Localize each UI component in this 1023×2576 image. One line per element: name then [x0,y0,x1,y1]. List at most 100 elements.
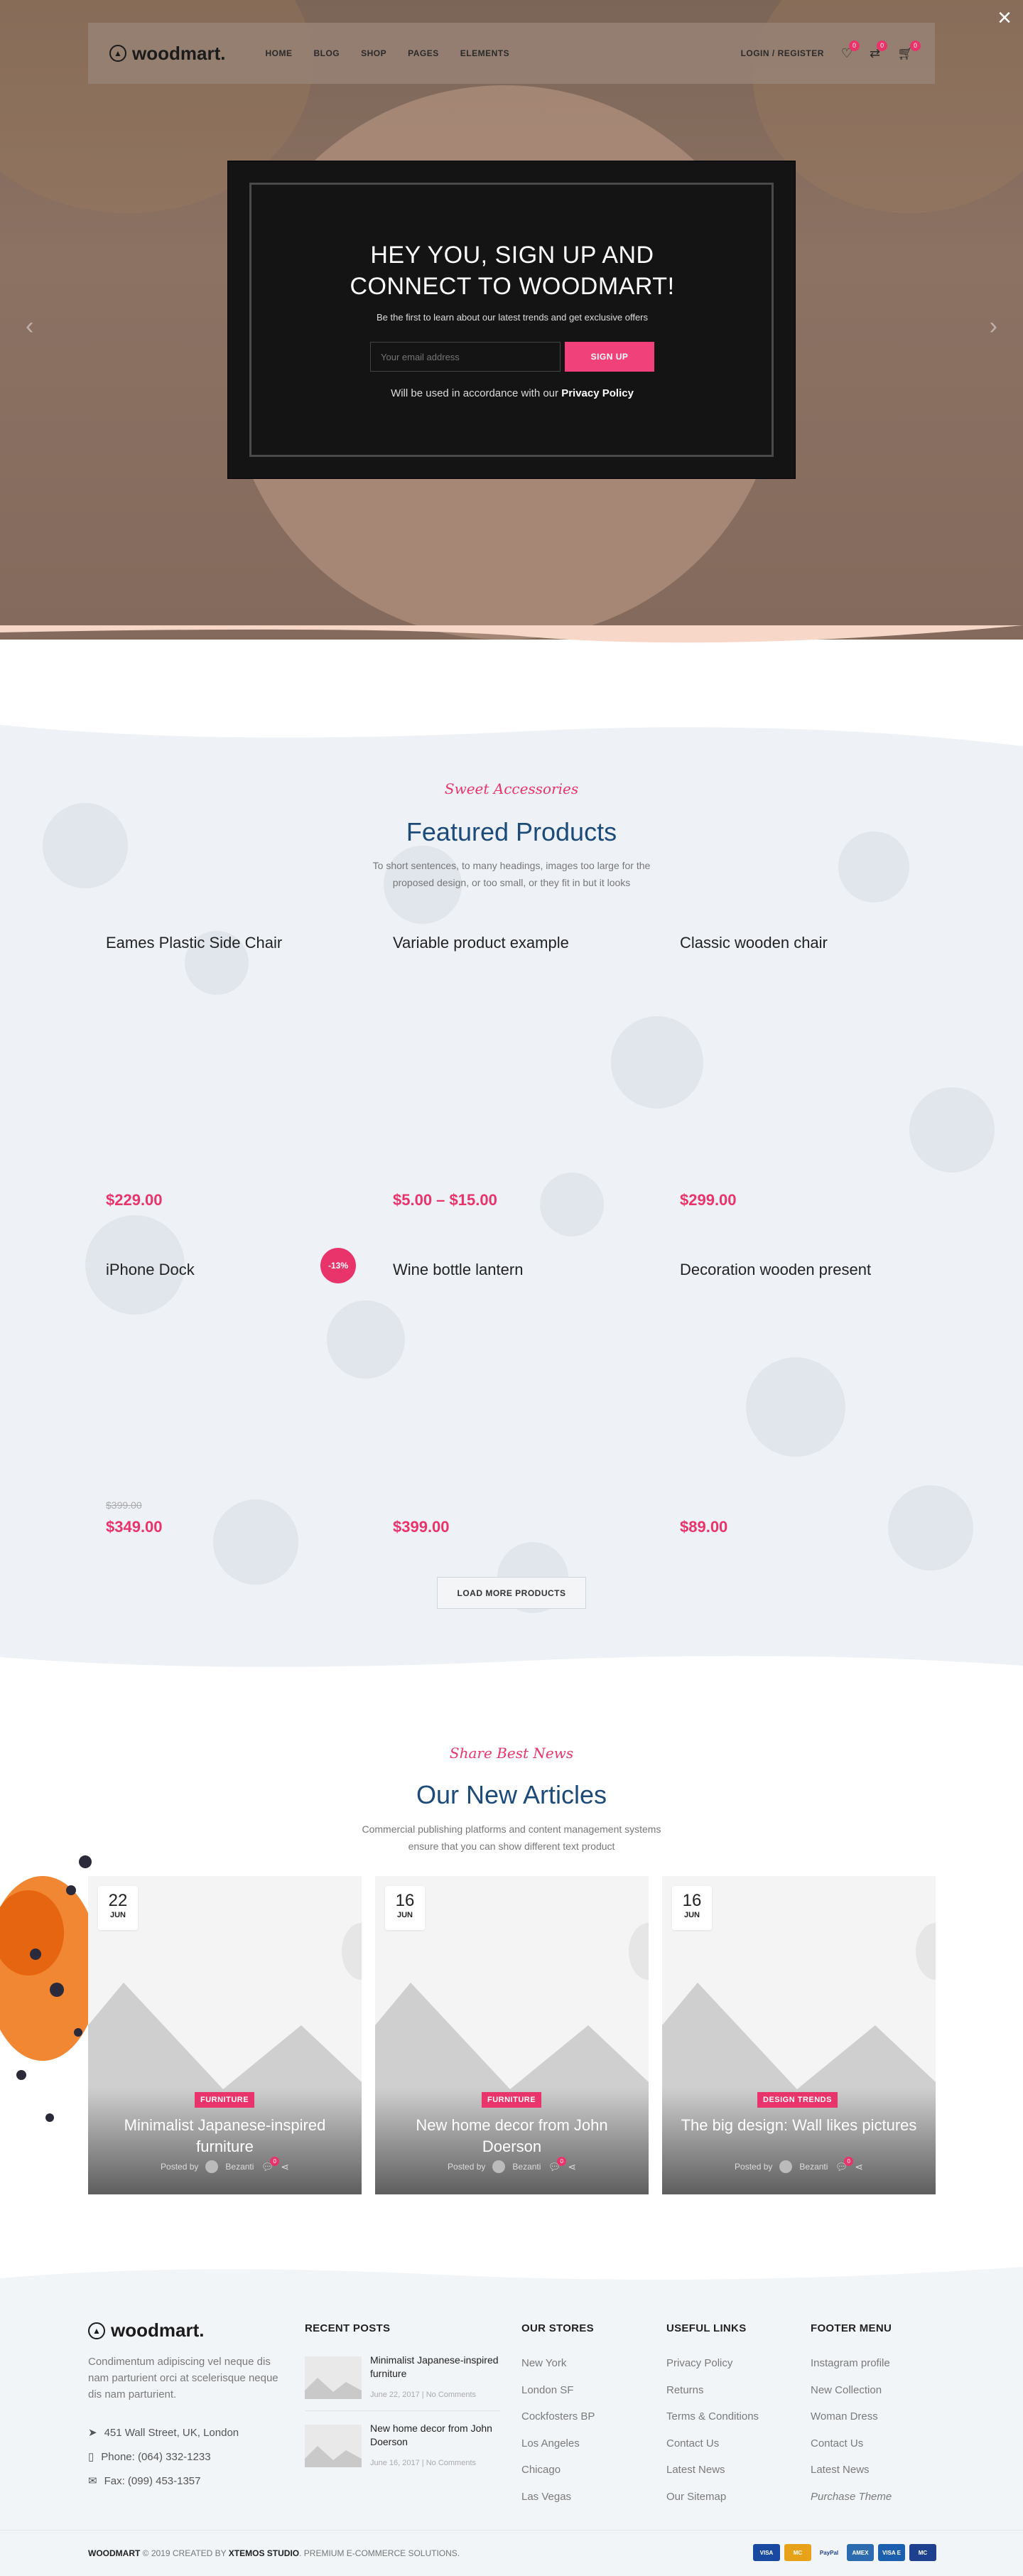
visa-icon: VISA [753,2544,780,2561]
product-card[interactable]: Wine bottle lantern $399.00 [393,1261,627,1538]
paypal-icon: PayPal [816,2544,843,2561]
footer-link[interactable]: Latest News [811,2457,892,2484]
wishlist-icon[interactable]: ♡ 0 [841,40,860,61]
article-category[interactable]: FURNITURE [195,2092,255,2108]
amex-icon: AMEX [847,2544,874,2561]
comments-icon[interactable]: 💬︎ 0 [548,2156,567,2173]
footer-link[interactable]: Las Vegas [521,2484,595,2511]
slider-next-icon[interactable]: › [990,313,997,340]
compare-icon[interactable]: ⇄ 0 [870,40,888,61]
share-icon[interactable]: ⋖ [568,2161,576,2173]
mastercard-icon: MC [784,2544,811,2561]
article-category[interactable]: FURNITURE [482,2092,542,2108]
nav-item-blog[interactable]: BLOG [313,48,340,58]
avatar [205,2160,219,2173]
footer-link[interactable]: Returns [666,2377,759,2404]
footer-link[interactable]: Los Angeles [521,2430,595,2457]
nav-item-home[interactable]: HOME [265,48,292,58]
footer-link[interactable]: Contact Us [811,2430,892,2457]
footer-link[interactable]: New Collection [811,2377,892,2404]
article-title[interactable]: Minimalist Japanese-inspired furniture [102,2115,347,2157]
product-card[interactable]: Variable product example $5.00 – $15.00 [393,934,627,1211]
featured-title: Featured Products [406,817,617,846]
recent-post-thumb[interactable] [305,2356,362,2399]
hero-wave [0,625,1023,643]
nav-item-pages[interactable]: PAGES [408,48,439,58]
slider-prev-icon[interactable]: ‹ [26,313,33,340]
privacy-policy-link[interactable]: Privacy Policy [561,387,634,399]
compare-count: 0 [877,40,888,51]
product-card[interactable]: Eames Plastic Side Chair $229.00 [106,934,340,1211]
product-price: $299.00 [680,1191,737,1209]
article-category[interactable]: DESIGN TRENDS [757,2092,838,2108]
product-name[interactable]: Variable product example [393,934,627,952]
location-icon: ➤ [88,2427,97,2439]
recent-post-meta: June 22, 2017 | No Comments [370,2391,477,2399]
comments-icon[interactable]: 💬︎ 0 [835,2156,854,2173]
footer-link[interactable]: New York [521,2350,595,2377]
comments-icon[interactable]: 💬︎ 0 [261,2156,280,2173]
articles-desc: Commercial publishing platforms and cont… [362,1823,661,1852]
article-author[interactable]: Bezanti [225,2162,254,2172]
email-input[interactable] [370,342,561,372]
product-name[interactable]: Eames Plastic Side Chair [106,934,340,952]
footer-link[interactable]: Our Sitemap [666,2484,759,2511]
product-card[interactable]: Classic wooden chair $299.00 [680,934,914,1211]
recent-post-thumb[interactable] [305,2425,362,2467]
article-author[interactable]: Bezanti [512,2162,541,2172]
recent-post-title[interactable]: Minimalist Japanese-inspired furniture [370,2354,500,2381]
product-name[interactable]: Wine bottle lantern [393,1261,627,1279]
articles-title: Our New Articles [416,1780,607,1809]
product-name[interactable]: Decoration wooden present [680,1261,914,1279]
product-card[interactable]: Decoration wooden present $89.00 [680,1261,914,1538]
nav-item-shop[interactable]: SHOP [361,48,386,58]
footer-logo[interactable]: ▲ woodmart. [88,2319,204,2341]
recent-post-meta: June 16, 2017 | No Comments [370,2459,477,2467]
site-header: ▲ woodmart. HOME BLOG SHOP PAGES ELEMENT… [88,23,935,84]
article-date: 22 JUN [98,1886,138,1930]
logo[interactable]: ▲ woodmart. [109,43,225,65]
main-nav: HOME BLOG SHOP PAGES ELEMENTS [265,48,509,58]
wishlist-count: 0 [849,40,860,51]
article-card[interactable]: 16 JUN DESIGN TRENDS The big design: Wal… [662,1876,936,2194]
cart-count: 0 [910,40,921,51]
product-name[interactable]: iPhone Dock [106,1261,340,1279]
signup-button[interactable]: SIGN UP [565,342,654,372]
article-title[interactable]: The big design: Wall likes pictures [676,2115,921,2136]
recent-post[interactable]: New home decor from John Doerson June 16… [305,2422,500,2473]
load-more-button[interactable]: LOAD MORE PRODUCTS [437,1577,586,1609]
article-author[interactable]: Bezanti [799,2162,828,2172]
footer-link[interactable]: Chicago [521,2457,595,2484]
footer-link[interactable]: London SF [521,2377,595,2404]
nav-item-elements[interactable]: ELEMENTS [460,48,509,58]
share-icon[interactable]: ⋖ [281,2161,289,2173]
share-icon[interactable]: ⋖ [855,2161,863,2173]
footer-link[interactable]: Latest News [666,2457,759,2484]
recent-post-title[interactable]: New home decor from John Doerson [370,2422,500,2449]
logo-text: woodmart. [132,42,226,64]
footer-link[interactable]: Cockfosters BP [521,2403,595,2430]
login-register-link[interactable]: LOGIN / REGISTER [741,48,824,58]
product-card[interactable]: iPhone Dock $399.00 $349.00 [106,1261,340,1538]
article-card[interactable]: 22 JUN FURNITURE Minimalist Japanese-ins… [88,1876,362,2194]
featured-script-heading: Sweet Accessories [444,780,579,797]
article-title[interactable]: New home decor from John Doerson [389,2115,634,2157]
article-card[interactable]: 16 JUN FURNITURE New home decor from Joh… [375,1876,649,2194]
footer-link[interactable]: Woman Dress [811,2403,892,2430]
footer-link[interactable]: Terms & Conditions [666,2403,759,2430]
recent-post[interactable]: Minimalist Japanese-inspired furniture J… [305,2354,500,2405]
featured-desc: To short sentences, to many headings, im… [372,860,651,888]
studio-link[interactable]: XTEMOS STUDIO [229,2548,299,2558]
product-name[interactable]: Classic wooden chair [680,934,914,952]
footer-link[interactable]: Instagram profile [811,2350,892,2377]
divider [305,2410,500,2411]
footer-link[interactable]: Privacy Policy [666,2350,759,2377]
footer-col-title: OUR STORES [521,2322,594,2334]
close-icon[interactable]: × [997,6,1012,30]
product-old-price: $399.00 [106,1499,142,1511]
product-price: $349.00 [106,1518,163,1536]
cart-icon[interactable]: 🛒︎ 0 [897,40,921,61]
footer-fax: ✉ Fax: (099) 453-1357 [88,2474,201,2488]
footer-link[interactable]: Contact Us [666,2430,759,2457]
purchase-theme-link[interactable]: Purchase Theme [811,2484,892,2511]
